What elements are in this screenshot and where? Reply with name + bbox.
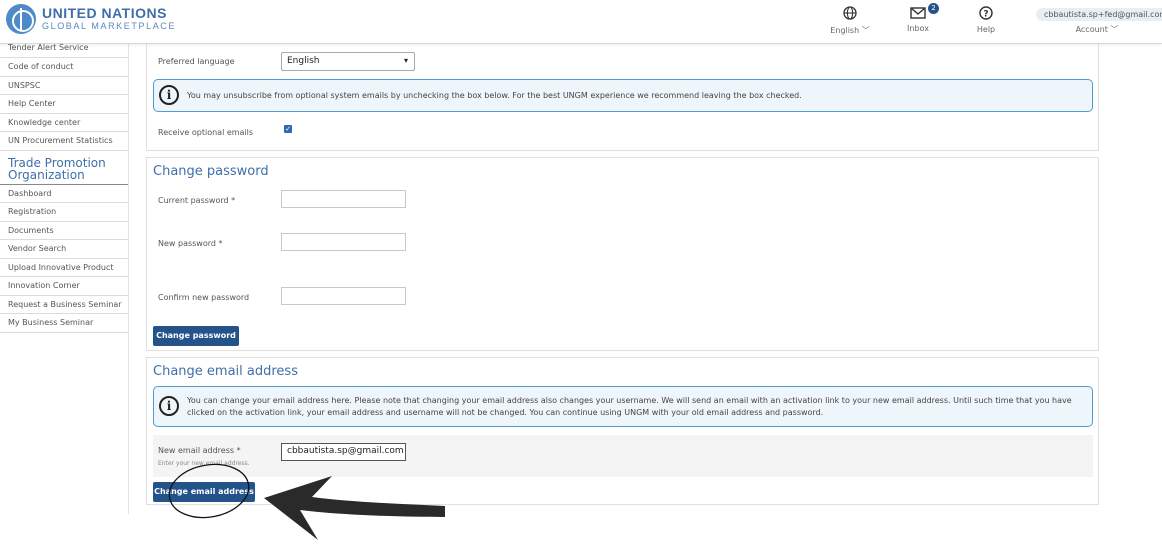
help-label: Help bbox=[976, 25, 996, 34]
account-email: cbbautista.sp+fed@gmail.com bbox=[1036, 8, 1162, 21]
logo-line1: UNITED NATIONS bbox=[42, 5, 167, 21]
inbox-link[interactable]: 2 Inbox bbox=[898, 3, 939, 33]
svg-text:?: ? bbox=[983, 10, 988, 20]
account-menu[interactable]: cbbautista.sp+fed@gmail.com Account ﹀ bbox=[1036, 8, 1162, 35]
un-emblem-icon bbox=[6, 4, 36, 34]
annotation-overlay bbox=[168, 463, 445, 540]
un-logo[interactable]: UNITED NATIONS GLOBAL MARKETPLACE bbox=[6, 4, 176, 34]
account-label: Account ﹀ bbox=[1075, 25, 1119, 34]
inbox-count-badge: 2 bbox=[928, 3, 939, 14]
language-label: English ﹀ bbox=[830, 26, 870, 35]
inbox-icon: 2 bbox=[908, 3, 939, 22]
annotation-circle-icon bbox=[168, 463, 250, 519]
globe-icon bbox=[830, 6, 870, 23]
top-header: UNITED NATIONS GLOBAL MARKETPLACE Englis… bbox=[0, 0, 1162, 44]
inbox-label: Inbox bbox=[907, 24, 929, 33]
logo-line2: GLOBAL MARKETPLACE bbox=[42, 21, 177, 31]
help-link[interactable]: ? Help bbox=[966, 6, 1006, 34]
language-menu[interactable]: English ﹀ bbox=[830, 6, 870, 36]
help-icon: ? bbox=[966, 6, 1006, 23]
annotation-arrow-icon bbox=[264, 476, 445, 540]
